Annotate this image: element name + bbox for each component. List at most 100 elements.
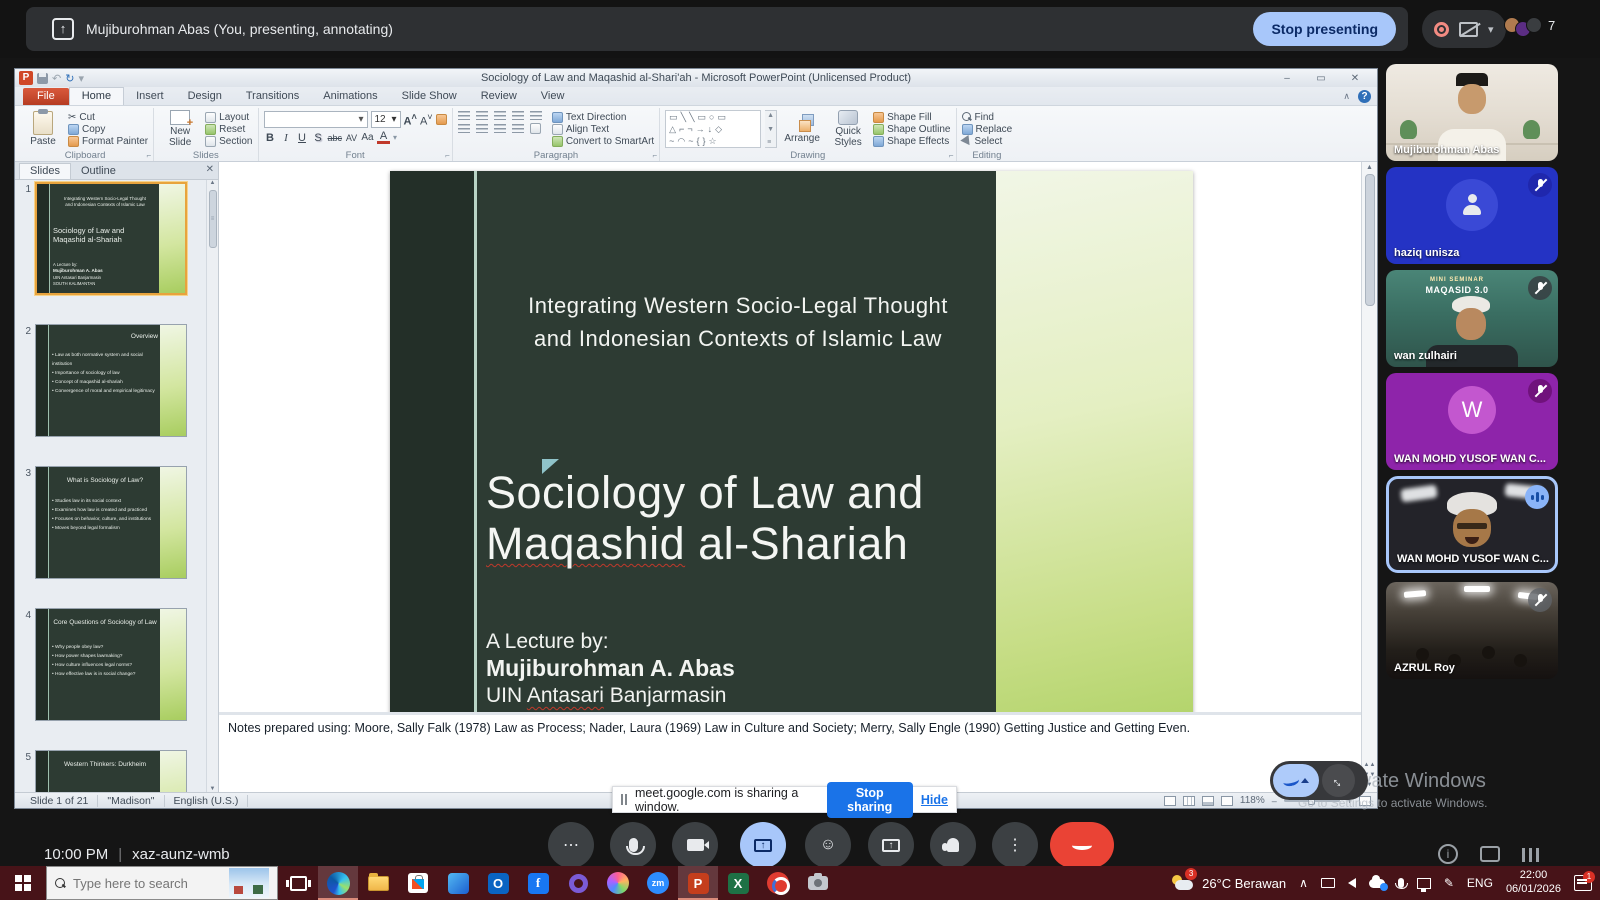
weather-widget[interactable]: 3 26°C Berawan bbox=[1171, 868, 1286, 892]
font-size-select[interactable]: 12 ▾ bbox=[370, 111, 401, 128]
taskbar-outlook[interactable]: O bbox=[478, 866, 518, 900]
mic-tray-icon[interactable] bbox=[1394, 878, 1408, 889]
drawing-dialog-launcher[interactable]: ⌐ bbox=[949, 151, 954, 160]
shrink-font-button[interactable]: A˅ bbox=[420, 112, 433, 128]
chat-icon[interactable] bbox=[1480, 846, 1500, 862]
record-icon[interactable] bbox=[1434, 21, 1449, 37]
tab-transitions[interactable]: Transitions bbox=[234, 88, 311, 105]
participant-tile-speaking[interactable]: WAN MOHD YUSOF WAN C... bbox=[1386, 476, 1558, 573]
slide-lecture-block[interactable]: A Lecture by: Mujiburohman A. Abas UIN A… bbox=[486, 629, 735, 712]
zoom-level[interactable]: 118% bbox=[1240, 795, 1265, 806]
meeting-info-icon[interactable]: i bbox=[1438, 844, 1458, 864]
participant-tile[interactable]: haziq unisza bbox=[1386, 167, 1558, 264]
display-tray-icon[interactable] bbox=[1320, 878, 1335, 888]
slide-1[interactable]: Integrating Western Socio-Legal Thought … bbox=[390, 171, 1193, 712]
microphone-button[interactable] bbox=[610, 822, 656, 868]
raise-hand-button[interactable] bbox=[930, 822, 976, 868]
zoom-out-button[interactable]: ‒ bbox=[1272, 796, 1277, 806]
slideshow-view-button[interactable] bbox=[1220, 795, 1233, 806]
language-indicator[interactable]: ENG bbox=[1467, 876, 1493, 890]
theme-name[interactable]: "Madison" bbox=[98, 794, 165, 807]
previous-slide-button[interactable]: ▲▲ bbox=[1364, 762, 1376, 768]
redo-icon[interactable]: ↻ bbox=[65, 72, 74, 85]
shape-outline-button[interactable]: Shape Outline bbox=[873, 123, 951, 135]
stop-presenting-button[interactable]: Stop presenting bbox=[1253, 12, 1396, 46]
font-dialog-launcher[interactable]: ⌐ bbox=[445, 151, 450, 160]
search-daily-image[interactable] bbox=[229, 868, 269, 898]
convert-smartart-button[interactable]: Convert to SmartArt bbox=[551, 135, 654, 147]
new-slide-button[interactable]: New Slide bbox=[159, 110, 201, 148]
chevron-down-icon[interactable]: ▾ bbox=[1488, 23, 1494, 36]
canvas-scrollbar[interactable]: ▲ ▲▲ ▼▼ ▼ bbox=[1361, 162, 1377, 792]
close-button[interactable]: ✕ bbox=[1343, 73, 1367, 84]
slide-canvas[interactable]: Integrating Western Socio-Legal Thought … bbox=[219, 162, 1361, 712]
reactions-button[interactable]: ☺ bbox=[805, 822, 851, 868]
task-view-button[interactable] bbox=[278, 866, 318, 900]
participant-tile[interactable]: W WAN MOHD YUSOF WAN C... bbox=[1386, 373, 1558, 470]
align-left-icon[interactable] bbox=[457, 124, 470, 133]
end-call-button[interactable] bbox=[1050, 822, 1114, 868]
char-spacing-button[interactable]: AV bbox=[345, 133, 358, 143]
pen-tool-button[interactable] bbox=[1273, 764, 1319, 797]
clipboard-dialog-launcher[interactable]: ⌐ bbox=[146, 151, 151, 160]
maximize-button[interactable]: ▭ bbox=[1309, 73, 1333, 84]
participant-tile[interactable]: MINI SEMINAR MAQASID 3.0 wan zulhairi bbox=[1386, 270, 1558, 367]
taskbar-zoom[interactable]: zm bbox=[638, 866, 678, 900]
volume-icon[interactable] bbox=[1347, 878, 1356, 888]
annotation-off-icon[interactable] bbox=[1459, 21, 1478, 37]
title-bar[interactable]: P ↶ ↻ ▾ Sociology of Law and Maqashid al… bbox=[15, 69, 1377, 87]
underline-button[interactable]: U bbox=[296, 132, 309, 144]
select-button[interactable]: Select bbox=[959, 134, 1013, 148]
shadow-button[interactable]: S bbox=[312, 132, 325, 144]
slide-thumbnail-2[interactable]: 2 Overview • Law as both normative syste… bbox=[19, 324, 218, 437]
notes-pane[interactable]: Notes prepared using: Moore, Sally Falk … bbox=[219, 712, 1361, 792]
taskbar-media-app[interactable] bbox=[758, 866, 798, 900]
taskbar-mail[interactable] bbox=[438, 866, 478, 900]
fit-to-window-button[interactable] bbox=[1359, 795, 1371, 806]
slide-thumbnail-1[interactable]: 1 Integrating Western Socio-Legal Though… bbox=[19, 182, 218, 295]
tab-animations[interactable]: Animations bbox=[311, 88, 389, 105]
bold-button[interactable]: B bbox=[264, 132, 277, 144]
collapse-ribbon-icon[interactable]: ∧ bbox=[1343, 91, 1350, 102]
change-case-button[interactable]: Aa bbox=[361, 132, 374, 143]
cut-button[interactable]: ✂ Cut bbox=[68, 111, 148, 123]
taskbar-office[interactable] bbox=[558, 866, 598, 900]
grow-font-button[interactable]: A˄ bbox=[404, 112, 417, 128]
stop-sharing-button[interactable]: Stop sharing bbox=[826, 781, 913, 818]
qat-dropdown-icon[interactable]: ▾ bbox=[78, 72, 84, 85]
participants-button[interactable]: 7 bbox=[1504, 13, 1555, 37]
section-button[interactable]: Section bbox=[205, 135, 253, 147]
taskbar-file-explorer[interactable] bbox=[358, 866, 398, 900]
language-status[interactable]: English (U.S.) bbox=[165, 794, 249, 807]
pen-tray-icon[interactable]: ✎ bbox=[1444, 876, 1454, 890]
taskbar-facebook[interactable]: f bbox=[518, 866, 558, 900]
tab-review[interactable]: Review bbox=[469, 88, 529, 105]
tab-home[interactable]: Home bbox=[68, 87, 125, 105]
camera-button[interactable] bbox=[672, 822, 718, 868]
slide-sorter-view-button[interactable] bbox=[1182, 795, 1195, 806]
shape-fill-button[interactable]: Shape Fill bbox=[873, 111, 950, 123]
activities-icon[interactable] bbox=[1522, 848, 1540, 862]
slide-subtitle[interactable]: Integrating Western Socio-Legal Thought … bbox=[480, 289, 996, 355]
paste-button[interactable]: Paste bbox=[22, 108, 64, 148]
normal-view-button[interactable] bbox=[1163, 795, 1176, 806]
tab-design[interactable]: Design bbox=[176, 88, 234, 105]
collapse-toolbar-button[interactable]: ↔ bbox=[1322, 764, 1355, 797]
slide-thumbnail-4[interactable]: 4 Core Questions of Sociology of Law • W… bbox=[19, 608, 218, 721]
shapes-gallery-scroll[interactable]: ▲ ▼ ≡ bbox=[765, 110, 778, 148]
font-color-button[interactable]: A bbox=[377, 131, 391, 144]
quick-styles-button[interactable]: Quick Styles bbox=[827, 110, 869, 148]
strikethrough-button[interactable]: abc bbox=[328, 133, 343, 143]
tab-outline[interactable]: Outline bbox=[71, 164, 126, 179]
align-text-button[interactable]: Align Text bbox=[551, 123, 654, 135]
taskbar-clock[interactable]: 22:00 06/01/2026 bbox=[1506, 869, 1561, 897]
align-right-icon[interactable] bbox=[493, 124, 506, 133]
more-options-button[interactable]: ⋮ bbox=[992, 822, 1038, 868]
clear-formatting-icon[interactable] bbox=[435, 114, 447, 125]
present-now-button[interactable]: ↑ bbox=[740, 822, 786, 868]
slide-thumbnail-3[interactable]: 3 What is Sociology of Law? • Studies la… bbox=[19, 466, 218, 579]
minimize-button[interactable]: ‒ bbox=[1275, 73, 1299, 84]
tab-insert[interactable]: Insert bbox=[124, 88, 176, 105]
taskbar-camera-app[interactable] bbox=[798, 866, 838, 900]
italic-button[interactable]: I bbox=[280, 132, 293, 144]
